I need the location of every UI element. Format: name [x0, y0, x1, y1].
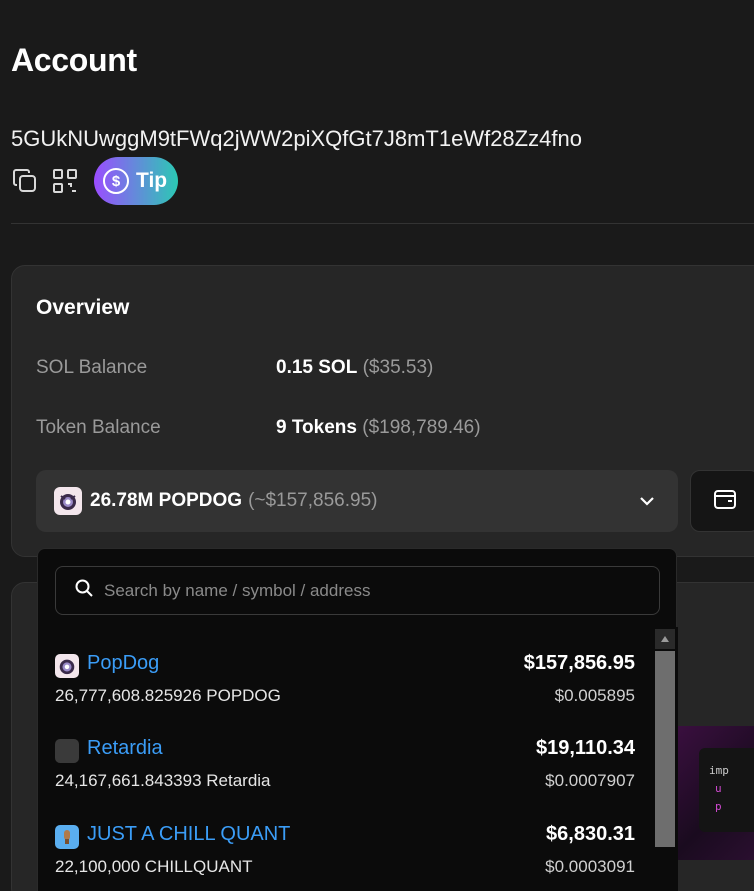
preview-image: imp u p: [677, 726, 754, 860]
search-input[interactable]: [104, 580, 644, 601]
selected-token-usd: (~$157,856.95): [248, 490, 378, 511]
token-list-item-chillquant[interactable]: JUST A CHILL QUANT 22,100,000 CHILLQUANT…: [55, 817, 635, 887]
token-price: $0.005895: [554, 686, 635, 705]
popdog-icon: [54, 487, 82, 515]
account-address: 5GUkNUwggM9tFWq2jWW2piXQfGt7J8mT1eWf28Zz…: [11, 126, 582, 151]
search-box: [55, 566, 660, 615]
token-usd-value: $19,110.34: [536, 737, 635, 759]
token-dropdown-menu: PopDog 26,777,608.825926 POPDOG $157,856…: [37, 548, 678, 891]
code-line: u: [715, 782, 722, 795]
sol-balance-usd: ($35.53): [362, 357, 434, 378]
sol-balance-label: SOL Balance: [36, 357, 148, 378]
token-list-item-popdog[interactable]: PopDog 26,777,608.825926 POPDOG $157,856…: [55, 646, 635, 716]
copy-icon[interactable]: [11, 167, 39, 195]
qr-code-icon[interactable]: [51, 167, 79, 195]
token-list-item-retardia[interactable]: Retardia 24,167,661.843393 Retardia $19,…: [55, 731, 635, 801]
token-amount: 24,167,661.843393 Retardia: [55, 771, 271, 790]
token-balance-usd: ($198,789.46): [362, 417, 481, 438]
chevron-down-icon: [638, 492, 656, 515]
code-line: imp: [709, 764, 729, 777]
token-balance-value: 9 Tokens ($198,789.46): [276, 417, 481, 439]
token-amount: 26,777,608.825926 POPDOG: [55, 686, 281, 705]
code-preview: imp u p: [699, 748, 754, 832]
divider: [11, 223, 754, 224]
tip-button[interactable]: $ Tip: [94, 157, 178, 205]
scroll-up-icon[interactable]: [655, 629, 675, 649]
token-select-dropdown[interactable]: 26.78M POPDOG (~$157,856.95): [36, 470, 678, 532]
search-icon: [74, 578, 94, 603]
overview-title: Overview: [36, 296, 130, 319]
wallet-button[interactable]: [690, 470, 754, 532]
overview-card: Overview SOL Balance 0.15 SOL ($35.53) T…: [11, 265, 754, 557]
token-usd-value: $157,856.95: [523, 652, 635, 674]
code-line: p: [715, 800, 722, 813]
token-usd-value: $6,830.31: [546, 823, 635, 845]
scroll-thumb[interactable]: [655, 651, 675, 847]
address-actions: $ Tip: [11, 157, 178, 205]
chillquant-icon: [55, 825, 79, 849]
token-amount: 22,100,000 CHILLQUANT: [55, 857, 253, 876]
token-price: $0.0003091: [545, 857, 635, 876]
tip-label: Tip: [136, 169, 168, 192]
token-name[interactable]: JUST A CHILL QUANT: [87, 823, 290, 846]
dollar-coin-icon: $: [103, 168, 129, 194]
token-balance-amount: 9 Tokens: [276, 417, 357, 438]
sol-balance-value: 0.15 SOL ($35.53): [276, 357, 433, 379]
selected-token-amount: 26.78M POPDOG: [90, 490, 243, 511]
token-price: $0.0007907: [545, 771, 635, 790]
retardia-icon: [55, 739, 79, 763]
popdog-icon: [55, 654, 79, 678]
page-title: Account: [11, 42, 137, 78]
token-name[interactable]: PopDog: [87, 652, 159, 675]
token-name[interactable]: Retardia: [87, 737, 163, 760]
scrollbar[interactable]: [652, 627, 678, 891]
wallet-icon: [712, 486, 738, 517]
sol-balance-amount: 0.15 SOL: [276, 357, 358, 378]
token-balance-label: Token Balance: [36, 417, 161, 438]
